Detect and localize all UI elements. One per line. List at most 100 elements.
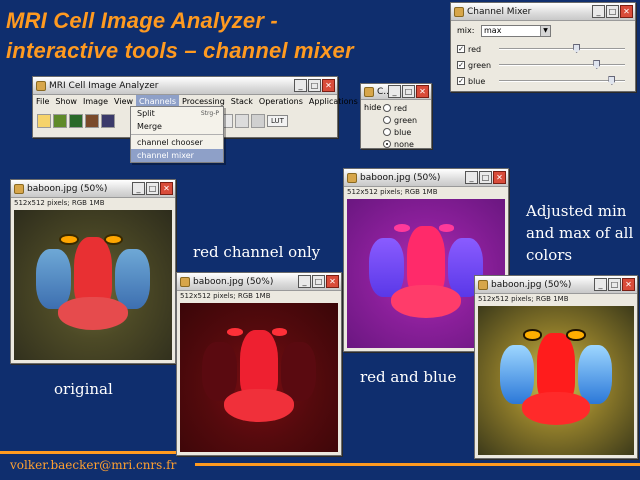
tool-scissors-icon[interactable] <box>251 114 265 128</box>
radio-red[interactable]: red <box>361 102 431 114</box>
radio-button-selected[interactable] <box>383 140 391 148</box>
image-canvas[interactable] <box>14 210 172 360</box>
close-icon[interactable]: ✕ <box>322 79 335 92</box>
tool-image-brown-icon[interactable] <box>85 114 99 128</box>
mix-select-value: max <box>484 26 502 35</box>
green-slider[interactable] <box>499 60 625 69</box>
app-icon <box>36 81 46 91</box>
minimize-icon[interactable]: _ <box>298 275 311 288</box>
radio-blue[interactable]: blue <box>361 126 431 138</box>
green-slider-thumb[interactable] <box>593 60 601 69</box>
blue-checkbox[interactable]: ✓ <box>457 77 465 85</box>
menu-item-channel-mixer[interactable]: channel mixer <box>131 149 223 162</box>
maximize-icon[interactable]: □ <box>606 5 619 18</box>
caption-red-only: red channel only <box>193 243 321 261</box>
maximize-icon[interactable]: □ <box>608 278 621 291</box>
menu-item-channel-chooser[interactable]: channel chooser <box>131 136 223 149</box>
maximize-icon[interactable]: □ <box>402 85 415 98</box>
tool-wand-icon[interactable] <box>37 114 51 128</box>
channel-chooser-window[interactable]: C... _ □ ✕ hide red green blue none <box>360 83 432 149</box>
radio-none[interactable]: none <box>361 138 431 150</box>
analyzer-titlebar[interactable]: MRI Cell Image Analyzer _ □ ✕ <box>33 77 337 95</box>
app-icon <box>364 87 374 97</box>
close-icon[interactable]: ✕ <box>620 5 633 18</box>
maximize-icon[interactable]: □ <box>479 171 492 184</box>
radio-green[interactable]: green <box>361 114 431 126</box>
minimize-icon[interactable]: _ <box>388 85 401 98</box>
image-window-original[interactable]: baboon.jpg (50%) _ □ ✕ 512x512 pixels; R… <box>10 179 176 364</box>
image-title: baboon.jpg (50%) <box>360 173 441 183</box>
image-window-red-only[interactable]: baboon.jpg (50%) _ □ ✕ 512x512 pixels; R… <box>176 272 342 456</box>
image-titlebar[interactable]: baboon.jpg (50%) _ □ ✕ <box>11 180 175 198</box>
blue-label: blue <box>468 76 486 86</box>
radio-button[interactable] <box>383 128 391 136</box>
image-title: baboon.jpg (50%) <box>193 277 274 287</box>
green-checkbox[interactable]: ✓ <box>457 61 465 69</box>
radio-blue-label: blue <box>394 127 412 137</box>
close-icon[interactable]: ✕ <box>493 171 506 184</box>
menu-operations[interactable]: Operations <box>256 95 306 109</box>
channel-mixer-window[interactable]: Channel Mixer _ □ ✕ mix: max ▼ ✓ red ✓ g… <box>450 2 636 92</box>
mixer-row-blue: ✓ blue <box>451 73 635 89</box>
maximize-icon[interactable]: □ <box>312 275 325 288</box>
image-info: 512x512 pixels; RGB 1MB <box>344 187 508 198</box>
slide-title-line1: MRI Cell Image Analyzer - <box>6 8 278 33</box>
image-titlebar[interactable]: baboon.jpg (50%) _ □ ✕ <box>475 276 637 294</box>
menu-image[interactable]: Image <box>80 95 111 109</box>
image-canvas[interactable] <box>180 303 338 452</box>
channels-menu-dropdown: Split Strg-P Merge channel chooser chann… <box>130 106 224 163</box>
caption-original: original <box>54 380 113 398</box>
tool-image-green-icon[interactable] <box>53 114 67 128</box>
green-label: green <box>468 60 492 70</box>
image-info: 512x512 pixels; RGB 1MB <box>177 291 341 302</box>
minimize-icon[interactable]: _ <box>294 79 307 92</box>
menu-separator <box>131 134 223 135</box>
minimize-icon[interactable]: _ <box>132 182 145 195</box>
app-icon <box>14 184 24 194</box>
tool-image-blue-icon[interactable] <box>101 114 115 128</box>
red-slider[interactable] <box>499 44 625 53</box>
chooser-titlebar[interactable]: C... _ □ ✕ <box>361 84 431 100</box>
tool-image-dark-icon[interactable] <box>69 114 83 128</box>
image-titlebar[interactable]: baboon.jpg (50%) _ □ ✕ <box>177 273 341 291</box>
mix-select[interactable]: max ▼ <box>481 25 551 37</box>
maximize-icon[interactable]: □ <box>308 79 321 92</box>
menu-file[interactable]: File <box>33 95 52 109</box>
image-canvas[interactable] <box>478 306 634 455</box>
radio-button[interactable] <box>383 104 391 112</box>
chevron-down-icon[interactable]: ▼ <box>540 26 550 36</box>
slide-title-line2: interactive tools – channel mixer <box>6 38 354 63</box>
red-checkbox[interactable]: ✓ <box>457 45 465 53</box>
mixer-titlebar[interactable]: Channel Mixer _ □ ✕ <box>451 3 635 21</box>
menu-item-split[interactable]: Split Strg-P <box>131 107 223 120</box>
mixer-row-red: ✓ red <box>451 41 635 57</box>
close-icon[interactable]: ✕ <box>622 278 635 291</box>
app-icon <box>478 280 488 290</box>
maximize-icon[interactable]: □ <box>146 182 159 195</box>
menu-item-merge[interactable]: Merge <box>131 120 223 133</box>
footer-line-left <box>0 451 176 454</box>
image-window-adjusted[interactable]: baboon.jpg (50%) _ □ ✕ 512x512 pixels; R… <box>474 275 638 459</box>
radio-button[interactable] <box>383 116 391 124</box>
baboon-image-red-only <box>180 303 338 452</box>
close-icon[interactable]: ✕ <box>160 182 173 195</box>
radio-green-label: green <box>394 115 418 125</box>
image-title: baboon.jpg (50%) <box>491 280 572 290</box>
baboon-image-original <box>14 210 172 360</box>
footer-line-right <box>195 463 640 466</box>
close-icon[interactable]: ✕ <box>326 275 339 288</box>
blue-slider[interactable] <box>499 76 625 85</box>
image-titlebar[interactable]: baboon.jpg (50%) _ □ ✕ <box>344 169 508 187</box>
menu-show[interactable]: Show <box>52 95 80 109</box>
red-slider-thumb[interactable] <box>573 44 581 53</box>
minimize-icon[interactable]: _ <box>594 278 607 291</box>
menu-stack[interactable]: Stack <box>228 95 256 109</box>
close-icon[interactable]: ✕ <box>416 85 429 98</box>
tool-measure-icon[interactable] <box>235 114 249 128</box>
lut-button[interactable]: LUT <box>267 115 288 127</box>
mixer-row-green: ✓ green <box>451 57 635 73</box>
menu-applications[interactable]: Applications <box>306 95 361 109</box>
minimize-icon[interactable]: _ <box>592 5 605 18</box>
minimize-icon[interactable]: _ <box>465 171 478 184</box>
blue-slider-thumb[interactable] <box>608 76 616 85</box>
